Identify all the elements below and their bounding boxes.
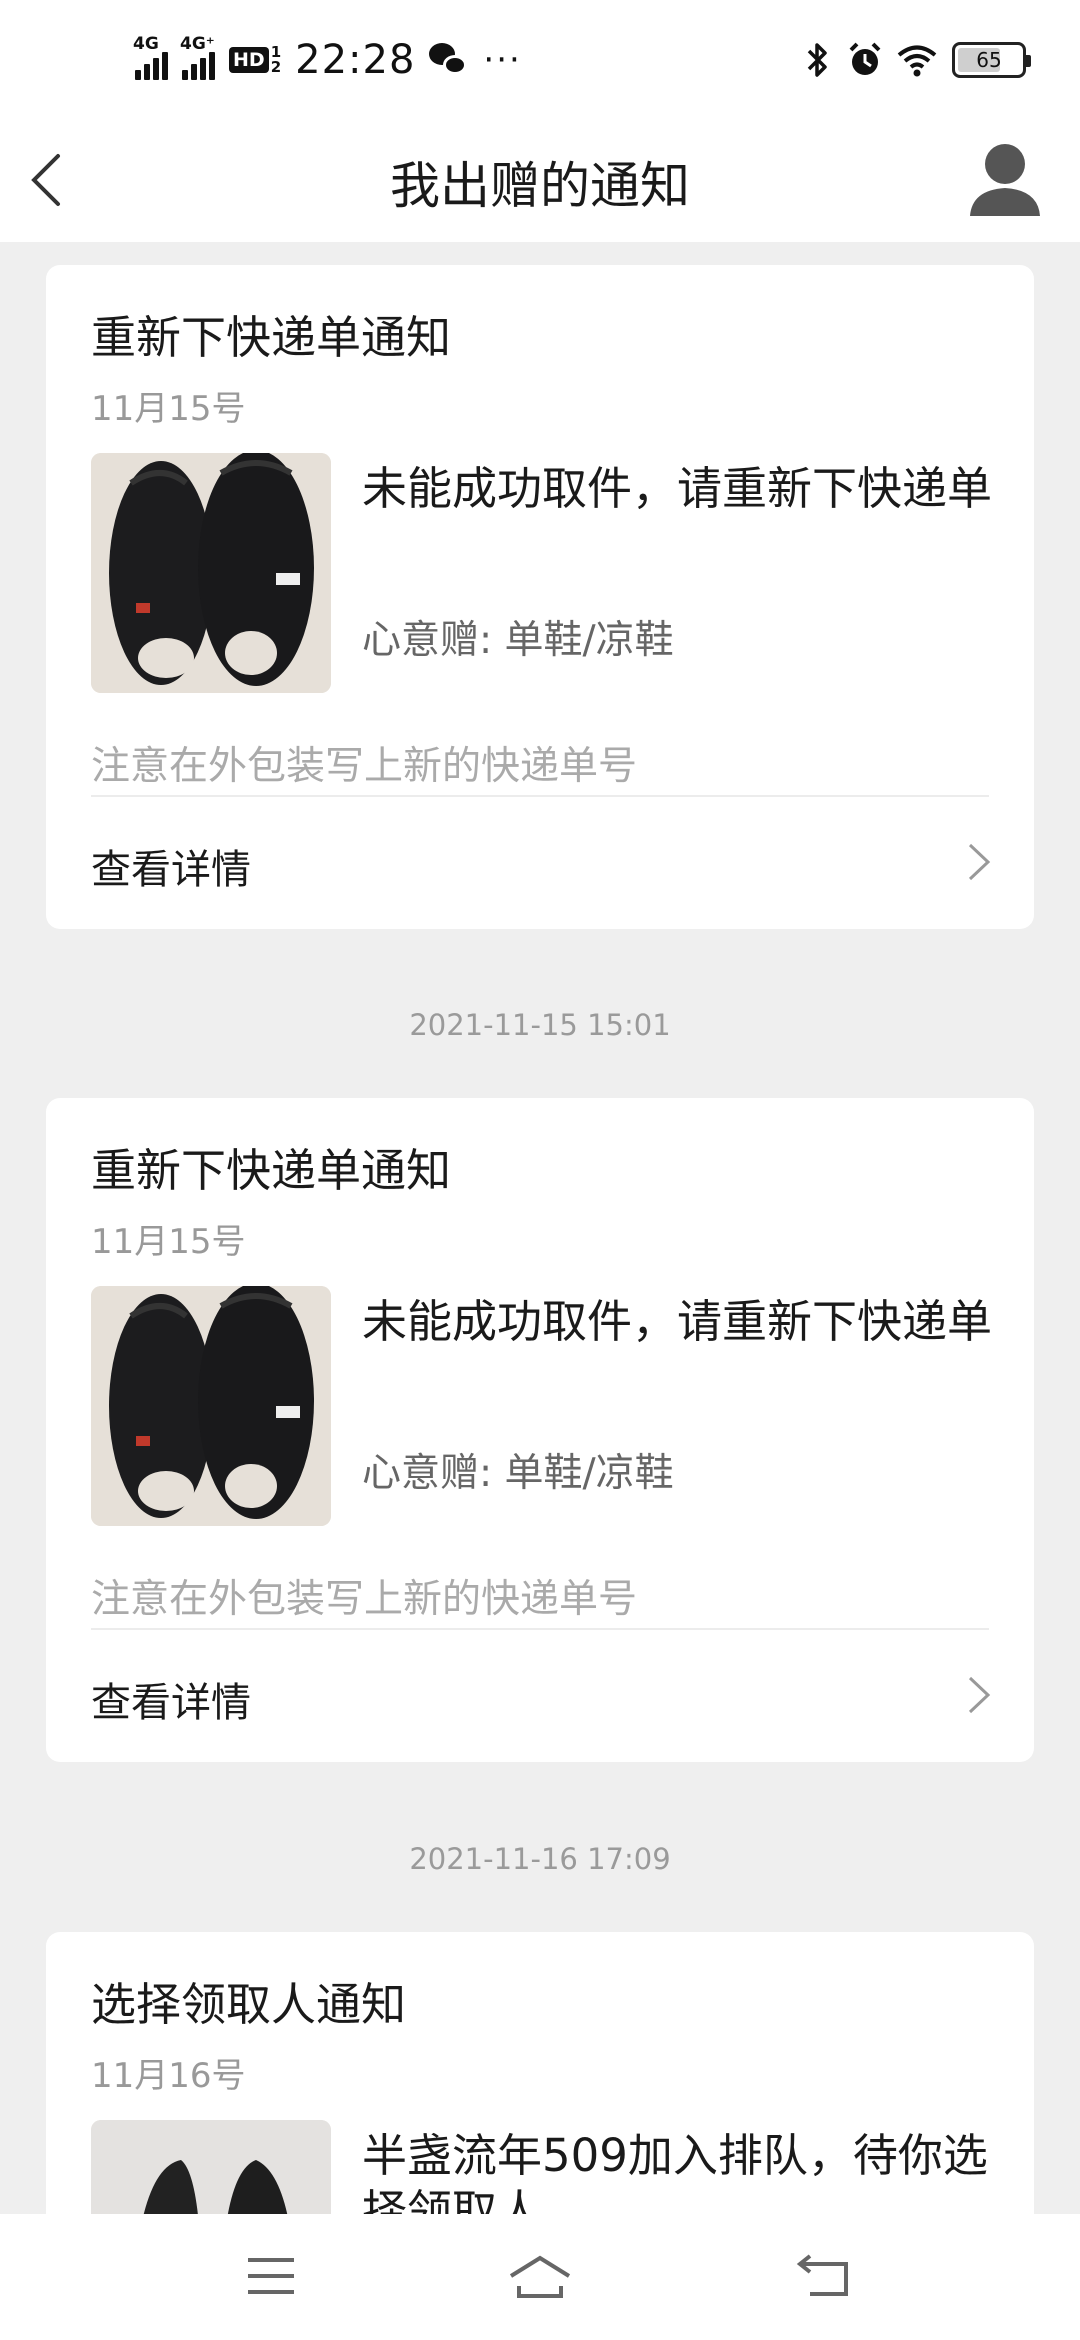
shoes-image <box>91 1286 331 1526</box>
gift-item: 心意赠: 单鞋/凉鞋 <box>362 1451 674 1496</box>
menu-icon[interactable] <box>236 2246 306 2306</box>
view-details-label: 查看详情 <box>91 1680 251 1726</box>
shoes-image <box>91 2120 331 2214</box>
notification-card[interactable]: 选择领取人通知 11月16号 半盏流年509加入排队，待你选择领取人 <box>46 1932 1034 2214</box>
bluetooth-icon <box>807 43 827 77</box>
notification-date: 11月16号 <box>91 2056 246 2096</box>
network-type-1: 4G <box>133 34 159 54</box>
more-notifications-icon: ··· <box>483 40 522 80</box>
status-time: 22:28 <box>295 37 416 83</box>
view-details-button[interactable]: 查看详情 <box>46 1630 1034 1760</box>
notification-date: 11月15号 <box>91 1222 246 1262</box>
chevron-right-icon <box>968 843 991 881</box>
home-icon[interactable] <box>505 2246 575 2306</box>
chevron-right-icon <box>968 1676 991 1714</box>
notification-card[interactable]: 重新下快递单通知 11月15号 未能成功取件，请重新下快递单 心意赠: 单鞋/凉… <box>46 265 1034 929</box>
product-thumbnail[interactable] <box>91 1286 331 1526</box>
nav-bar: 我出赠的通知 <box>0 120 1080 242</box>
notification-message: 未能成功取件，请重新下快递单 <box>362 462 993 515</box>
status-bar: 4G 4G⁺ HD 12 22:28 ··· 65 <box>0 0 1080 120</box>
hd-voice-icon: HD 12 <box>229 45 281 75</box>
wifi-icon <box>897 45 937 77</box>
notification-card[interactable]: 重新下快递单通知 11月15号 未能成功取件，请重新下快递单 心意赠: 单鞋/凉… <box>46 1098 1034 1762</box>
battery-level: 65 <box>976 48 1002 72</box>
notification-title: 重新下快递单通知 <box>91 1144 452 1197</box>
hd-label: HD <box>229 47 269 73</box>
notification-note: 注意在外包装写上新的快递单号 <box>91 1577 638 1622</box>
profile-icon[interactable] <box>960 134 1050 224</box>
product-thumbnail[interactable] <box>91 2120 331 2214</box>
alarm-icon <box>849 42 881 75</box>
shoes-image <box>91 453 331 693</box>
back-icon[interactable] <box>790 2246 860 2306</box>
wechat-icon <box>429 43 469 77</box>
view-details-button[interactable]: 查看详情 <box>46 797 1034 927</box>
status-left: 4G 4G⁺ HD 12 22:28 ··· <box>133 28 522 92</box>
notification-message: 半盏流年509加入排队，待你选择领取人 <box>362 2129 988 2214</box>
battery-icon: 65 <box>952 42 1031 78</box>
notification-title: 选择领取人通知 <box>91 1978 407 2031</box>
signal-icon-2: 4G⁺ <box>180 34 215 80</box>
notification-title: 重新下快递单通知 <box>91 311 452 364</box>
notification-note: 注意在外包装写上新的快递单号 <box>91 744 638 789</box>
system-navigation-bar <box>0 2214 1080 2340</box>
timestamp: 2021-11-15 15:01 <box>409 1008 671 1042</box>
status-right: 65 <box>800 28 1031 92</box>
hd-sub-bottom: 2 <box>270 58 282 76</box>
signal-icon: 4G <box>133 34 168 80</box>
notification-message: 未能成功取件，请重新下快递单 <box>362 1295 993 1348</box>
page-title: 我出赠的通知 <box>390 157 690 215</box>
network-type-2: 4G⁺ <box>180 34 215 54</box>
notification-list[interactable]: 重新下快递单通知 11月15号 未能成功取件，请重新下快递单 心意赠: 单鞋/凉… <box>0 242 1080 2214</box>
notification-date: 11月15号 <box>91 389 246 429</box>
timestamp: 2021-11-16 17:09 <box>409 1842 671 1876</box>
gift-item: 心意赠: 单鞋/凉鞋 <box>362 618 674 663</box>
view-details-label: 查看详情 <box>91 847 251 893</box>
product-thumbnail[interactable] <box>91 453 331 693</box>
